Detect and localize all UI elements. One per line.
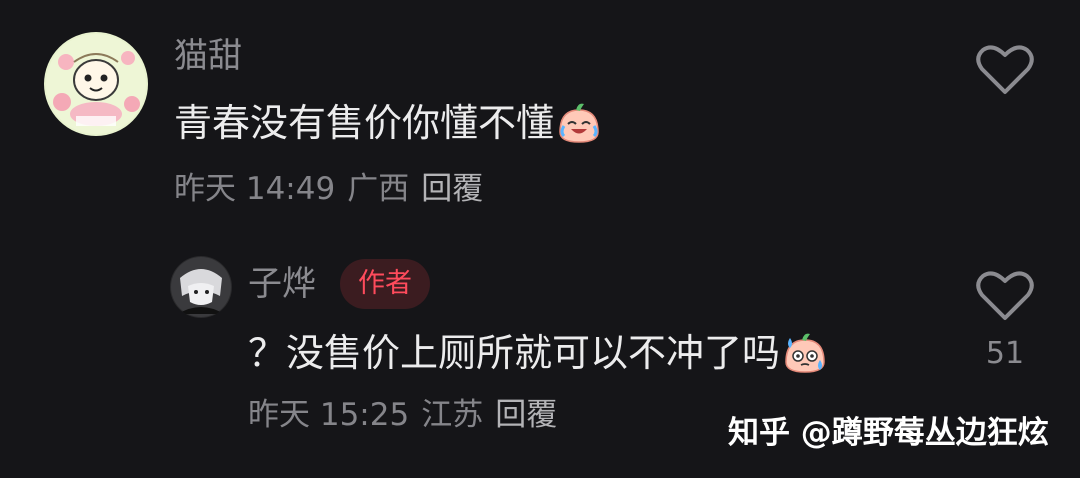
comment-location: 广西 [347, 171, 410, 207]
like-count: 51 [985, 336, 1025, 371]
reply-button[interactable]: 回覆 [495, 396, 557, 434]
reply-body: ？没售价上厕所就可以不冲了吗 [248, 331, 781, 375]
reply-location: 江苏 [421, 397, 484, 433]
reply-text: ？没售价上厕所就可以不冲了吗 [248, 330, 828, 376]
watermark: 知乎 @蹲野莓丛边狂炫 [728, 415, 1049, 451]
comment-thread: 猫甜 青春没有售价你懂不懂 昨天 14:49 广西 回覆 子烨 作者 ？没售价上… [0, 0, 1080, 478]
avatar[interactable] [170, 256, 232, 318]
heart-outline-icon [976, 271, 1034, 320]
crying-laughing-peach-emoji [556, 102, 602, 144]
heart-outline-icon [976, 45, 1034, 94]
comment-meta: 昨天 14:49 广西 回覆 [174, 170, 483, 208]
comment-time: 昨天 14:49 [174, 171, 336, 207]
reply-time: 昨天 15:25 [248, 397, 410, 433]
like-button[interactable] [976, 44, 1034, 96]
comment-body: 青春没有售价你懂不懂 [174, 101, 555, 145]
reply-meta: 昨天 15:25 江苏 回覆 [248, 396, 557, 434]
sweat-peach-emoji [782, 332, 828, 374]
avatar[interactable] [44, 32, 148, 136]
author-badge: 作者 [340, 259, 430, 309]
like-button[interactable] [976, 270, 1034, 322]
comment-text: 青春没有售价你懂不懂 [174, 100, 602, 146]
comment-author-name[interactable]: 猫甜 [174, 36, 242, 76]
reply-button[interactable]: 回覆 [421, 170, 483, 208]
reply-author-name[interactable]: 子烨 [248, 264, 316, 304]
